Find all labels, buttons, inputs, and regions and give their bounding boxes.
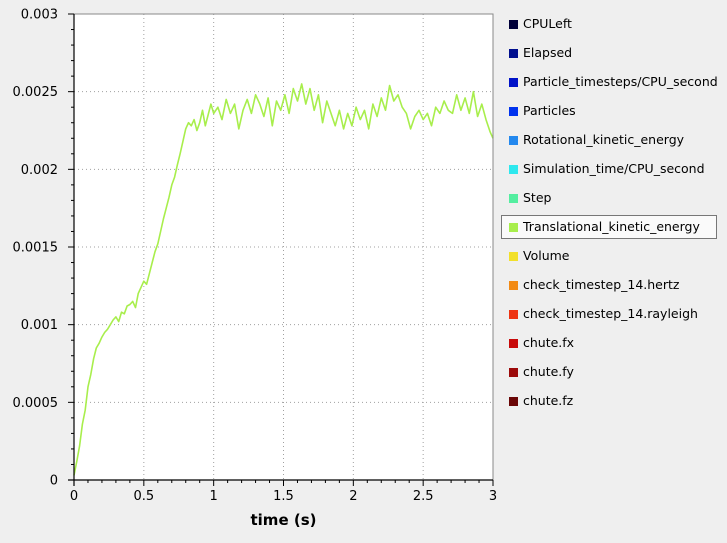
legend-label: CPULeft bbox=[523, 16, 572, 31]
legend: CPULeft Elapsed Particle_timesteps/CPU_sec… bbox=[501, 12, 718, 418]
legend-label: Particles bbox=[523, 103, 576, 118]
x-tick-label: 2.5 bbox=[413, 489, 434, 504]
legend-item[interactable]: chute.fy bbox=[501, 360, 717, 384]
legend-swatch bbox=[509, 165, 518, 174]
legend-label: Elapsed bbox=[523, 45, 573, 60]
legend-label: chute.fx bbox=[523, 335, 575, 350]
legend-item[interactable]: check_timestep_14.rayleigh bbox=[501, 302, 717, 326]
legend-label: Particle_timesteps/CPU_second bbox=[523, 74, 718, 89]
legend-label: check_timestep_14.rayleigh bbox=[523, 306, 698, 321]
x-axis-title: time (s) bbox=[251, 511, 317, 529]
legend-item[interactable]: CPULeft bbox=[501, 12, 717, 36]
legend-item[interactable]: chute.fz bbox=[501, 389, 717, 413]
legend-swatch bbox=[509, 136, 518, 145]
legend-label: Simulation_time/CPU_second bbox=[523, 161, 705, 176]
y-tick-label: 0.0025 bbox=[13, 85, 59, 100]
legend-item[interactable]: Rotational_kinetic_energy bbox=[501, 128, 717, 152]
x-tick-label: 1 bbox=[210, 489, 218, 504]
legend-swatch bbox=[509, 310, 518, 319]
legend-item[interactable]: chute.fx bbox=[501, 331, 717, 355]
legend-item[interactable]: check_timestep_14.hertz bbox=[501, 273, 717, 297]
legend-swatch bbox=[509, 107, 518, 116]
legend-swatch bbox=[509, 194, 518, 203]
legend-swatch bbox=[509, 281, 518, 290]
x-tick-label: 1.5 bbox=[273, 489, 294, 504]
legend-label: Translational_kinetic_energy bbox=[523, 219, 700, 234]
x-tick-label: 3 bbox=[489, 489, 497, 504]
legend-swatch bbox=[509, 78, 518, 87]
legend-swatch bbox=[509, 397, 518, 406]
legend-label: Step bbox=[523, 190, 552, 205]
legend-swatch bbox=[509, 20, 518, 29]
y-tick-label: 0.001 bbox=[21, 318, 58, 333]
legend-swatch bbox=[509, 49, 518, 58]
legend-label: Volume bbox=[523, 248, 570, 263]
legend-swatch bbox=[509, 368, 518, 377]
legend-swatch bbox=[509, 223, 518, 232]
legend-swatch bbox=[509, 252, 518, 261]
legend-item[interactable]: Particle_timesteps/CPU_second bbox=[501, 70, 718, 94]
legend-label: chute.fy bbox=[523, 364, 574, 379]
y-tick-label: 0.0005 bbox=[13, 396, 59, 411]
legend-label: Rotational_kinetic_energy bbox=[523, 132, 685, 147]
legend-item[interactable]: Step bbox=[501, 186, 717, 210]
legend-label: chute.fz bbox=[523, 393, 574, 408]
legend-label: check_timestep_14.hertz bbox=[523, 277, 680, 292]
x-tick-label: 2 bbox=[349, 489, 357, 504]
y-tick-label: 0.0015 bbox=[13, 241, 59, 256]
x-tick-label: 0 bbox=[70, 489, 78, 504]
legend-item[interactable]: Simulation_time/CPU_second bbox=[501, 157, 717, 181]
legend-item[interactable]: Elapsed bbox=[501, 41, 717, 65]
x-tick-label: 0.5 bbox=[133, 489, 154, 504]
y-tick-label: 0.002 bbox=[21, 163, 58, 178]
legend-item[interactable]: Translational_kinetic_energy bbox=[501, 215, 717, 239]
legend-swatch bbox=[509, 339, 518, 348]
legend-item[interactable]: Particles bbox=[501, 99, 717, 123]
y-tick-label: 0 bbox=[50, 474, 58, 489]
legend-item[interactable]: Volume bbox=[501, 244, 717, 268]
y-tick-label: 0.003 bbox=[21, 8, 58, 23]
